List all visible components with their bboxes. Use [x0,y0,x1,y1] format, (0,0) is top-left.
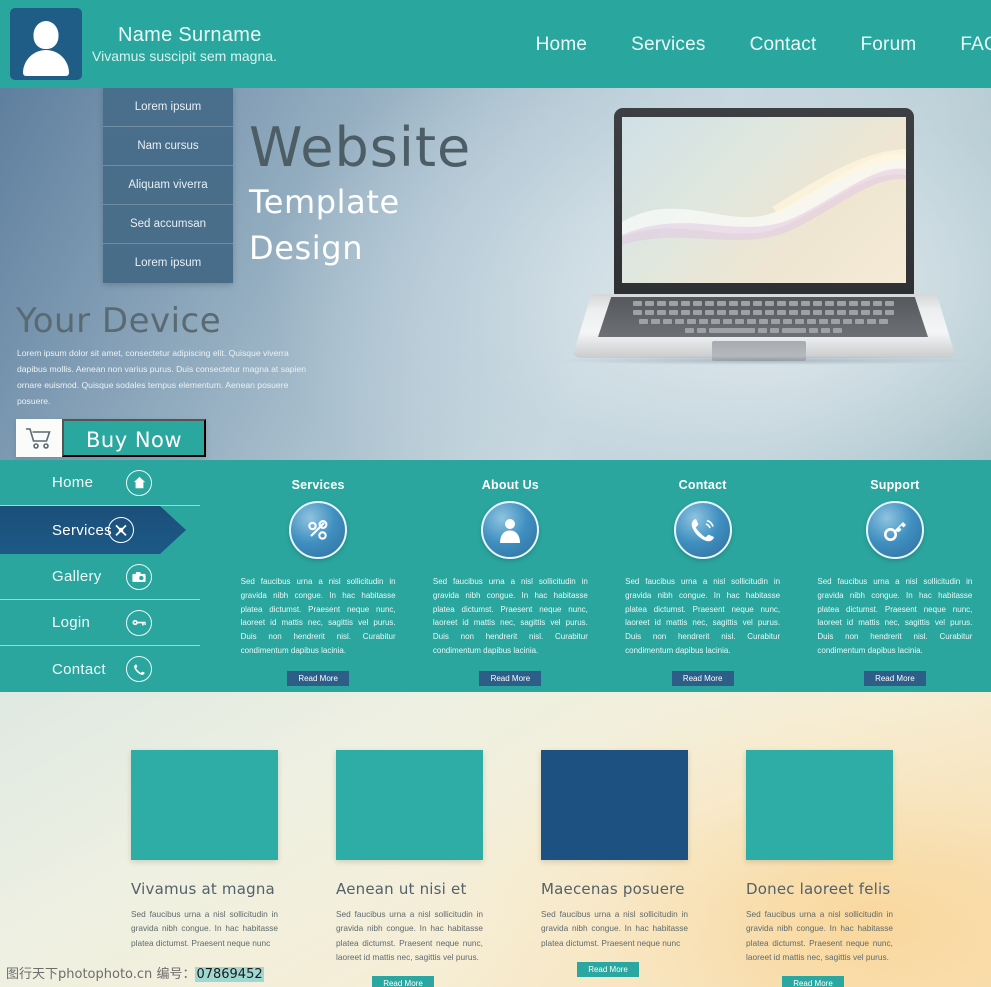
sidebar-item-contact[interactable]: Contact [0,646,200,692]
profile-tagline: Vivamus suscipit sem magna. [92,48,277,64]
hero-subtitle-template: Template [249,183,400,221]
website-template-page: Name Surname Vivamus suscipit sem magna.… [0,0,991,987]
sidebar-item-label: Contact [52,660,106,678]
laptop-keyboard [598,297,928,337]
portfolio-card-0: Vivamus at magna Sed faucibus urna a nis… [131,750,278,950]
portfolio-card-text: Sed faucibus urna a nisl sollicitudin in… [541,909,688,948]
sidebar-item-home[interactable]: Home [0,460,200,506]
laptop-shadow [558,356,970,365]
device-description: Lorem ipsum dolor sit amet, consectetur … [17,348,307,406]
dropdown-menu: Lorem ipsum Nam cursus Aliquam viverra S… [103,80,233,283]
portfolio-thumbnail[interactable] [131,750,278,860]
key-icon [865,501,924,559]
hero-subtitle-design: Design [249,229,364,267]
buy-now-button[interactable]: Buy Now [62,419,207,457]
dropdown-item-0[interactable]: Lorem ipsum [103,88,233,127]
dropdown-item-1[interactable]: Nam cursus [103,127,233,166]
phone-icon [126,656,152,682]
watermark-site: 图行天下photophoto.cn [6,967,153,982]
laptop-screen [622,117,906,283]
sidebar-item-label: Login [52,614,91,631]
sidebar-item-services[interactable]: Services [0,506,186,554]
portfolio-card-title: Aenean ut nisi et [336,880,467,898]
service-card-title: Contact [678,478,727,492]
nav-item-forum[interactable]: Forum [860,34,916,56]
service-card-title: Support [870,478,920,492]
service-card-services: Services Sed faucibus urna a nisl sollic… [222,478,414,688]
dropdown-item-4[interactable]: Lorem ipsum [103,244,233,283]
avatar [10,8,82,80]
shopping-cart-icon [16,419,62,457]
sidebar-item-login[interactable]: Login [0,600,200,646]
service-card-title: Services [291,478,345,492]
read-more-button[interactable]: Read More [863,670,926,686]
camera-icon [126,563,152,590]
portfolio-thumbnail[interactable] [541,750,688,860]
watermark-label: 编号： [156,967,196,982]
avatar-body-icon [23,50,69,76]
site-header: Name Surname Vivamus suscipit sem magna.… [0,0,991,88]
portfolio-thumbnail[interactable] [746,750,893,860]
person-icon [481,501,540,559]
sidebar-item-gallery[interactable]: Gallery [0,554,200,600]
service-card-title: About Us [481,478,539,492]
service-card-contact: Contact Sed faucibus urna a nisl sollici… [607,478,799,688]
read-more-button[interactable]: Read More [577,961,639,977]
profile-name: Name Surname [118,24,262,46]
dropdown-item-2[interactable]: Aliquam viverra [103,166,233,205]
service-card-text: Sed faucibus urna a nisl sollicitudin in… [432,577,588,655]
laptop-lid [614,108,914,296]
read-more-button[interactable]: Read More [782,976,844,987]
hero-title: Website [249,116,472,179]
read-more-button[interactable]: Read More [372,976,434,987]
nav-item-faq[interactable]: FAQ [960,34,991,56]
dropdown-item-3[interactable]: Sed accumsan [103,205,233,244]
portfolio-card-text: Sed faucibus urna a nisl sollicitudin in… [336,909,483,962]
portfolio-card-title: Donec laoreet felis [746,880,891,898]
portfolio-card-title: Maecenas posuere [541,880,685,898]
read-more-button[interactable]: Read More [479,670,542,686]
portfolio-card-text: Sed faucibus urna a nisl sollicitudin in… [131,909,278,948]
nav-item-home[interactable]: Home [536,34,587,56]
service-card-text: Sed faucibus urna a nisl sollicitudin in… [817,577,973,655]
nav-item-contact[interactable]: Contact [750,34,817,56]
phone-ring-icon [673,501,732,559]
nav-item-services[interactable]: Services [631,34,705,56]
home-icon [126,469,152,496]
portfolio-thumbnail[interactable] [336,750,483,860]
service-card-about-us: About Us Sed faucibus urna a nisl sollic… [414,478,606,688]
portfolio-card-2: Maecenas posuere Sed faucibus urna a nis… [541,750,688,977]
top-navigation: Home Services Contact Forum FAQ [514,30,991,60]
portfolio-card-title: Vivamus at magna [131,880,275,898]
watermark-id: 07869452 [195,967,264,982]
read-more-button[interactable]: Read More [287,670,350,686]
portfolio-card-text: Sed faucibus urna a nisl sollicitudin in… [746,909,893,962]
service-card-text: Sed faucibus urna a nisl sollicitudin in… [240,577,396,655]
watermark: 图行天下photophoto.cn 编号：07869452 [6,963,264,982]
sidebar-item-label: Home [52,474,94,491]
portfolio-section: Vivamus at magna Sed faucibus urna a nis… [0,692,991,987]
tools-gear-icon [289,501,348,559]
buy-now-group[interactable]: Buy Now [16,419,207,457]
sidebar-item-label: Services [52,521,112,539]
sidebar-item-label: Gallery [52,568,102,585]
sidebar-navigation: Home Services Gallery Login Contact [0,460,200,692]
portfolio-card-3: Donec laoreet felis Sed faucibus urna a … [746,750,893,987]
service-cards-grid: Services Sed faucibus urna a nisl sollic… [222,478,991,688]
services-section: Home Services Gallery Login Contact Serv… [0,460,991,692]
tools-icon [108,517,134,543]
laptop-illustration [538,108,985,373]
avatar-head-icon [33,21,59,49]
portfolio-card-1: Aenean ut nisi et Sed faucibus urna a ni… [336,750,483,987]
service-card-support: Support Sed faucibus urna a nisl sollici… [799,478,991,688]
device-heading: Your Device [16,301,222,341]
key-icon [126,609,152,636]
wallpaper-wave-icon [622,149,906,245]
read-more-button[interactable]: Read More [671,670,734,686]
service-card-text: Sed faucibus urna a nisl sollicitudin in… [625,577,781,655]
